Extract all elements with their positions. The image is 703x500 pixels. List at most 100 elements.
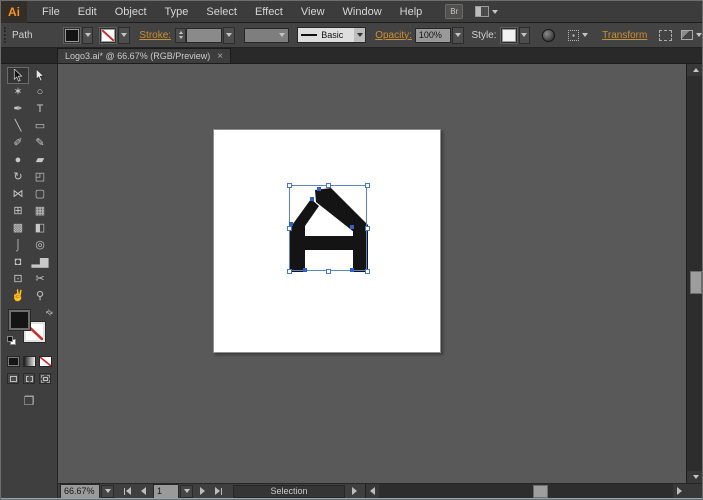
line-segment-tool[interactable]: ╲ — [7, 118, 29, 135]
scroll-right-button[interactable] — [673, 483, 686, 499]
brush-definition-dropdown[interactable]: Basic — [297, 27, 367, 43]
select-similar-dropdown-button[interactable] — [580, 27, 590, 44]
artboard-tool[interactable]: ⊡ — [7, 271, 29, 288]
selection-handle[interactable] — [326, 269, 331, 274]
scroll-down-button[interactable] — [687, 471, 702, 483]
opacity-panel-link[interactable]: Opacity: — [375, 30, 412, 41]
anchor-point[interactable] — [303, 268, 307, 272]
default-fill-stroke-icon[interactable] — [7, 336, 16, 345]
paintbrush-tool[interactable]: ✐ — [7, 135, 29, 152]
transform-panel-link[interactable]: Transform — [602, 30, 647, 41]
menu-type[interactable]: Type — [156, 1, 198, 23]
gradient-tool[interactable]: ◧ — [29, 220, 51, 237]
width-profile-dropdown[interactable] — [243, 27, 290, 43]
isolate-selected-object-icon[interactable] — [659, 29, 673, 41]
horizontal-scroll-thumb[interactable] — [533, 484, 548, 498]
type-tool[interactable]: T — [29, 101, 51, 118]
options-dropdown-button[interactable] — [694, 27, 702, 44]
anchor-point[interactable] — [317, 187, 321, 191]
screen-mode-button[interactable]: ❐ — [1, 394, 57, 408]
menu-edit[interactable]: Edit — [69, 1, 106, 23]
pen-tool[interactable]: ✒ — [7, 101, 29, 118]
style-dropdown-button[interactable] — [518, 26, 531, 44]
draw-inside-button[interactable] — [39, 373, 51, 384]
draw-behind-button[interactable] — [23, 373, 35, 384]
stroke-color-dropdown-button[interactable] — [118, 26, 131, 44]
direct-selection-tool[interactable] — [29, 67, 51, 84]
selection-handle[interactable] — [287, 226, 292, 231]
hand-tool[interactable]: ✌ — [7, 288, 29, 305]
anchor-point[interactable] — [350, 225, 354, 229]
selection-handle[interactable] — [287, 183, 292, 188]
artboard-number-field[interactable]: 1 — [153, 483, 179, 499]
eraser-tool[interactable]: ▰ — [29, 152, 51, 169]
first-artboard-button[interactable] — [120, 485, 134, 498]
document-tab[interactable]: Logo3.ai* @ 66.67% (RGB/Preview) × — [57, 48, 232, 63]
fill-swatch[interactable] — [8, 309, 31, 331]
menu-object[interactable]: Object — [106, 1, 156, 23]
mesh-tool[interactable]: ▩ — [7, 220, 29, 237]
style-swatch[interactable] — [499, 26, 518, 44]
zoom-level-field[interactable]: 66.67% — [60, 483, 100, 499]
blend-tool[interactable]: ◎ — [29, 237, 51, 254]
magic-wand-tool[interactable]: ✶ — [7, 84, 29, 101]
select-similar-icon[interactable] — [568, 29, 580, 41]
selection-handle[interactable] — [365, 269, 370, 274]
stroke-weight-dropdown-button[interactable] — [222, 26, 235, 44]
panel-grip[interactable] — [4, 27, 6, 43]
canvas-area[interactable] — [58, 64, 686, 483]
column-graph-tool[interactable]: ▂▆ — [29, 254, 51, 271]
selection-tool[interactable] — [7, 67, 29, 84]
recolor-artwork-icon[interactable] — [542, 28, 556, 42]
previous-artboard-button[interactable] — [136, 485, 150, 498]
slice-tool[interactable]: ✂ — [29, 271, 51, 288]
scale-tool[interactable]: ◰ — [29, 169, 51, 186]
none-button[interactable] — [38, 356, 52, 367]
draw-normal-button[interactable] — [7, 373, 19, 384]
selection-handle[interactable] — [287, 269, 292, 274]
menu-view[interactable]: View — [292, 1, 334, 23]
workspace-switcher-button[interactable] — [475, 6, 499, 17]
menu-file[interactable]: File — [33, 1, 69, 23]
stroke-panel-link[interactable]: Stroke: — [139, 30, 171, 41]
vertical-scroll-thumb[interactable] — [690, 271, 702, 294]
scroll-left-button[interactable] — [366, 483, 379, 499]
lasso-tool[interactable]: ○ — [29, 84, 51, 101]
status-indicator[interactable]: Selection — [233, 484, 345, 498]
next-artboard-button[interactable] — [195, 485, 209, 498]
anchor-point[interactable] — [350, 268, 354, 272]
color-button[interactable] — [6, 356, 20, 367]
artboard-dropdown-button[interactable] — [180, 484, 193, 498]
blob-brush-tool[interactable]: ● — [7, 152, 29, 169]
fill-color-dropdown-button[interactable] — [81, 26, 94, 44]
zoom-tool[interactable]: ⚲ — [29, 288, 51, 305]
eyedropper-tool[interactable]: ⌡ — [7, 237, 29, 254]
selection-handle[interactable] — [365, 226, 370, 231]
select-similar-options-icon[interactable] — [681, 30, 694, 40]
gradient-button[interactable] — [22, 356, 36, 367]
anchor-point[interactable] — [289, 222, 293, 226]
status-options-button[interactable] — [347, 485, 361, 498]
menu-help[interactable]: Help — [391, 1, 432, 23]
rectangle-tool[interactable]: ▭ — [29, 118, 51, 135]
vertical-scrollbar[interactable] — [686, 64, 702, 483]
tab-close-icon[interactable]: × — [217, 51, 223, 61]
pencil-tool[interactable]: ✎ — [29, 135, 51, 152]
free-transform-tool[interactable]: ▢ — [29, 186, 51, 203]
last-artboard-button[interactable] — [211, 485, 225, 498]
width-tool[interactable]: ⋈ — [7, 186, 29, 203]
selection-handle[interactable] — [365, 183, 370, 188]
symbol-sprayer-tool[interactable]: ◘ — [7, 254, 29, 271]
shape-builder-tool[interactable]: ⊞ — [7, 203, 29, 220]
menu-window[interactable]: Window — [334, 1, 391, 23]
swap-fill-stroke-icon[interactable]: ⇄ — [44, 307, 55, 318]
fill-color-swatch[interactable] — [62, 26, 81, 44]
logo-artwork[interactable] — [287, 183, 370, 274]
stroke-weight-stepper[interactable] — [175, 27, 186, 43]
perspective-grid-tool[interactable]: ▦ — [29, 203, 51, 220]
menu-effect[interactable]: Effect — [246, 1, 292, 23]
zoom-dropdown-button[interactable] — [101, 484, 114, 498]
selection-handle[interactable] — [326, 183, 331, 188]
horizontal-scrollbar[interactable] — [365, 483, 686, 499]
stroke-color-swatch[interactable] — [99, 26, 118, 44]
